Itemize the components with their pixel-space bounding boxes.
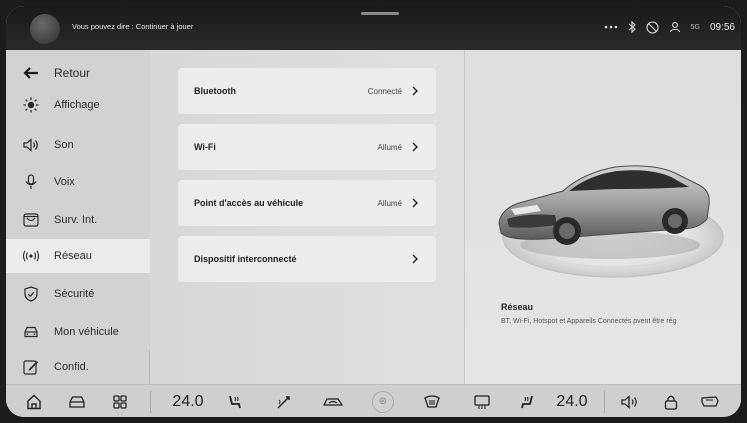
avatar[interactable] — [30, 14, 60, 44]
car-icon — [22, 323, 40, 341]
apps-button[interactable] — [110, 385, 130, 417]
dock-divider — [604, 391, 605, 413]
interconnected-device-row[interactable]: Dispositif interconnecté — [178, 236, 436, 282]
speaker-icon — [22, 136, 40, 154]
chevron-right-icon — [412, 198, 418, 208]
network-settings-list: Bluetooth Connecté Wi-Fi Allumé Point d'… — [150, 50, 464, 384]
sidebar-item-label: Voix — [54, 176, 75, 188]
row-label: Bluetooth — [194, 86, 236, 96]
sidebar-item-affichage[interactable]: Affichage — [6, 88, 150, 122]
air-recirculation-icon — [322, 397, 344, 406]
car-illustration — [498, 165, 724, 278]
sidebar-item-mon-vehicule[interactable]: Mon véhicule — [6, 315, 150, 349]
back-button[interactable]: Retour — [6, 56, 150, 90]
chevron-right-icon — [412, 254, 418, 264]
right-temperature[interactable]: 24.0 — [550, 385, 594, 417]
left-temperature[interactable]: 24.0 — [166, 385, 210, 417]
sidebar-item-securite[interactable]: Sécurité — [6, 277, 150, 311]
user-icon — [669, 21, 681, 33]
bluetooth-row[interactable]: Bluetooth Connecté — [178, 68, 436, 114]
sidebar-item-reseau[interactable]: Réseau — [6, 239, 150, 273]
pane-description: BT, Wi-Fi, Hotspot et Appareils Connecté… — [501, 318, 677, 325]
car-side-icon — [701, 395, 719, 407]
row-status: Allumé — [377, 198, 402, 208]
sidebar-item-label: Confid. — [54, 361, 89, 373]
apps-grid-icon — [113, 394, 127, 409]
lock-icon — [664, 395, 678, 410]
microphone-icon — [22, 173, 40, 191]
home-icon — [27, 394, 41, 409]
pull-down-handle[interactable] — [361, 12, 399, 15]
more-icon[interactable] — [604, 25, 618, 29]
pane-title: Réseau — [501, 302, 534, 312]
no-sim-icon — [646, 20, 659, 34]
row-status: Connecté — [367, 86, 402, 96]
home-button[interactable] — [24, 385, 44, 417]
sidebar-item-label: Sécurité — [54, 288, 95, 300]
dock-divider — [150, 391, 151, 413]
signal-indicator: 5G — [690, 23, 700, 31]
seat-heat-icon — [521, 395, 533, 408]
hotspot-row[interactable]: Point d'accès au véhicule Allumé — [178, 180, 436, 226]
row-label: Dispositif interconnecté — [194, 254, 297, 264]
fan-icon: ⊛ — [372, 390, 394, 413]
rear-defrost-icon — [474, 394, 490, 409]
recirculation-button[interactable] — [320, 385, 346, 417]
shield-icon — [22, 285, 40, 303]
edit-icon — [22, 358, 40, 376]
climate-dock: 24.0 ⊛ 24.0 — [6, 384, 741, 417]
sidebar-item-surv-int[interactable]: Surv. Int. — [6, 203, 150, 237]
infotainment-screen: Vous pouvez dire : Continuer à jouer 5G … — [6, 6, 741, 417]
row-status-group: Allumé — [378, 142, 418, 152]
row-label: Point d'accès au véhicule — [194, 198, 304, 208]
voice-prompt: Vous pouvez dire : Continuer à jouer — [72, 22, 194, 31]
row-status-group: Connecté — [368, 86, 418, 96]
sidebar-item-label: Réseau — [54, 250, 92, 262]
speaker-icon — [621, 394, 637, 409]
sidebar-item-label: Son — [54, 139, 74, 151]
sidebar-item-son[interactable]: Son — [6, 128, 150, 162]
car-icon — [69, 395, 85, 408]
settings-sidebar: Retour Affichage Son Voix Surv. Int. Rés… — [6, 50, 150, 384]
airflow-icon — [277, 395, 290, 409]
wireless-signal-icon — [22, 247, 40, 265]
volume-button[interactable] — [618, 385, 642, 417]
camera-icon — [22, 211, 40, 229]
wifi-row[interactable]: Wi-Fi Allumé — [178, 124, 436, 170]
row-status-group: Allumé — [378, 198, 418, 208]
sidebar-item-label: Surv. Int. — [54, 214, 98, 226]
brightness-icon — [22, 96, 40, 114]
seat-heat-left-button[interactable] — [224, 385, 246, 417]
sidebar-item-label: Mon véhicule — [54, 326, 119, 338]
bluetooth-icon — [628, 21, 636, 33]
vehicle-button[interactable] — [66, 385, 88, 417]
front-defrost-icon — [424, 394, 440, 408]
rear-defrost-button[interactable] — [470, 385, 494, 417]
fan-button[interactable]: ⊛ — [370, 385, 396, 417]
row-label: Wi-Fi — [194, 142, 216, 152]
chevron-right-icon — [412, 142, 418, 152]
front-defrost-button[interactable] — [420, 385, 444, 417]
car-settings-button[interactable] — [698, 385, 722, 417]
lock-button[interactable] — [660, 385, 682, 417]
row-status: Allumé — [377, 142, 402, 152]
status-bar: Vous pouvez dire : Continuer à jouer 5G … — [6, 6, 741, 50]
sidebar-item-voix[interactable]: Voix — [6, 165, 150, 199]
clock: 09:56 — [709, 21, 735, 33]
windshield-airflow-button[interactable] — [272, 385, 296, 417]
sidebar-item-confid[interactable]: Confid. — [6, 350, 150, 384]
back-arrow-icon — [22, 64, 40, 82]
status-icons: 5G 09:56 — [604, 16, 735, 38]
info-pane: Réseau BT, Wi-Fi, Hotspot et Appareils C… — [465, 50, 741, 384]
seat-heat-right-button[interactable] — [516, 385, 538, 417]
seat-heat-icon — [229, 395, 241, 408]
sidebar-item-label: Affichage — [54, 99, 100, 111]
back-label: Retour — [54, 66, 91, 80]
chevron-right-icon — [412, 86, 418, 96]
row-status-group — [402, 254, 418, 264]
